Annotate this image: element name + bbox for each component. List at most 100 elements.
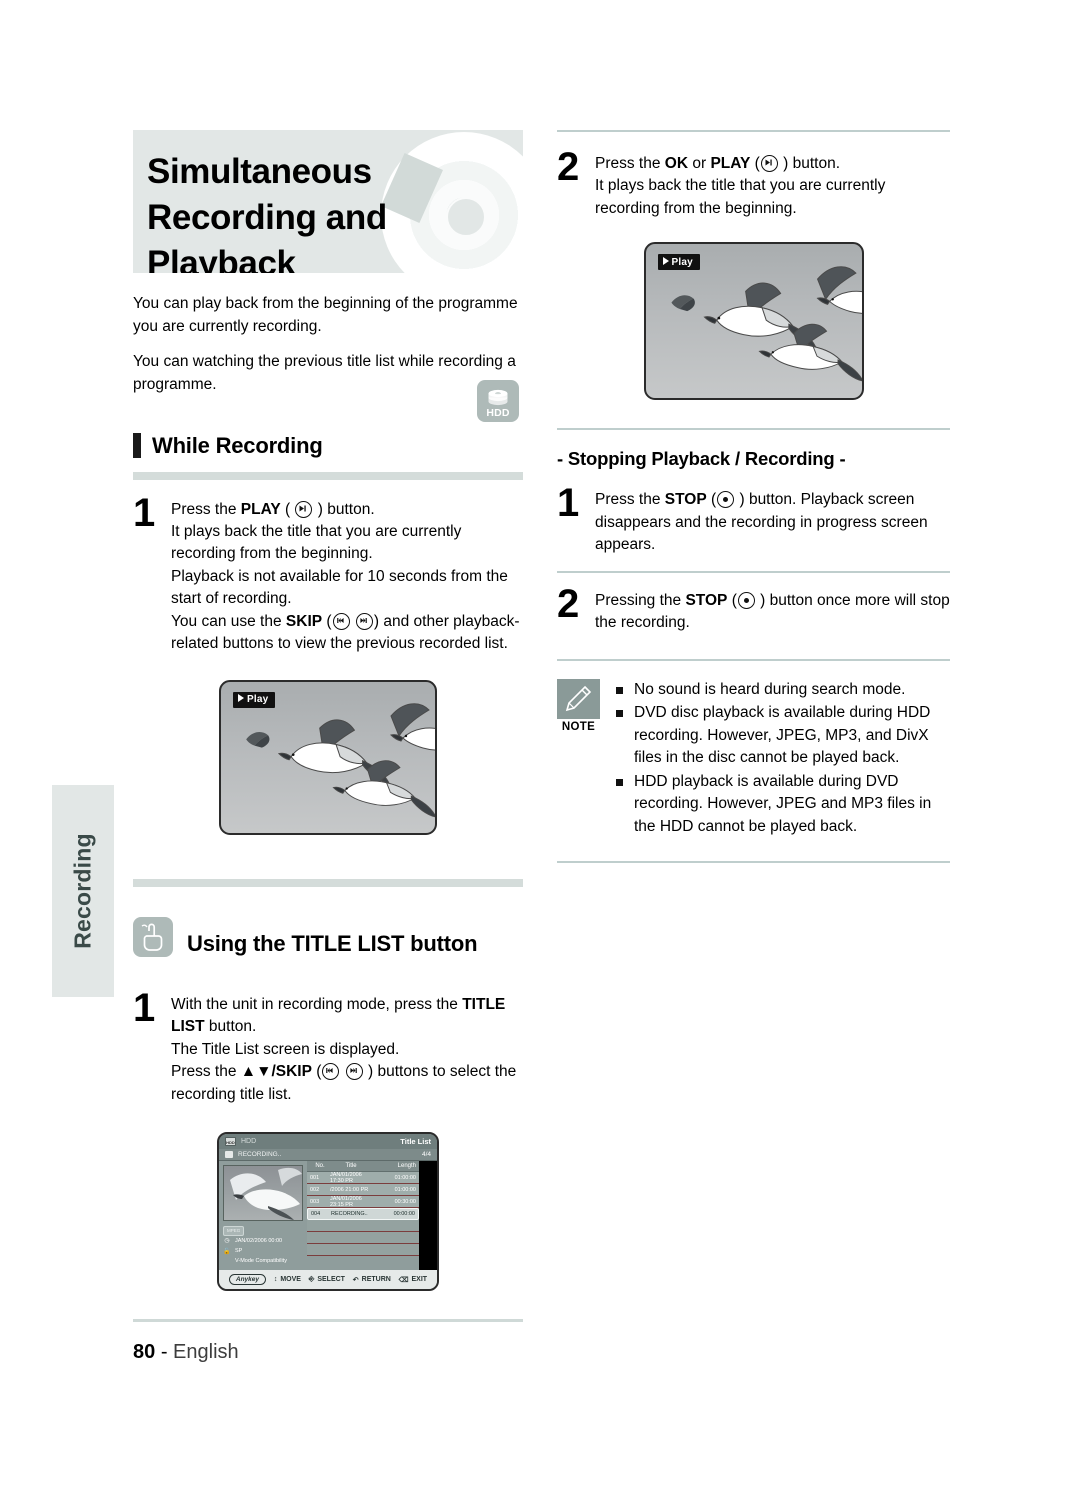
table-row-empty[interactable]: [307, 1232, 419, 1245]
play-osd-badge: Play: [233, 691, 276, 708]
row-no: 002: [310, 1186, 320, 1193]
enter-icon: ⎆: [308, 1275, 315, 1283]
step-stopping-2: 2 Pressing the STOP ( ) button once more…: [557, 584, 950, 635]
stop-icon-1: [717, 491, 735, 509]
ok-button-label: OK: [664, 155, 689, 172]
note-item: DVD disc playback is available during HD…: [614, 702, 950, 769]
right-divider-between-steps: [557, 570, 950, 573]
title-list-screenshot-container: HDD HDD Title List RECORDING.. 4/4 MPEG …: [133, 1132, 523, 1292]
move-label: MOVE: [280, 1276, 301, 1284]
step-text-mid: (: [280, 500, 295, 518]
r2-line2: It plays back the title that you are cur…: [595, 177, 886, 217]
row-title: /2006 21:00 PR: [330, 1186, 369, 1193]
stop-button-label-1: STOP: [664, 491, 707, 509]
play-triangle-icon: [238, 694, 244, 703]
osd-status-bar: RECORDING.. 4/4: [219, 1149, 437, 1162]
select-hint[interactable]: ⎆ SELECT: [309, 1276, 345, 1284]
row-no: 003: [310, 1198, 320, 1205]
r2-mid: or: [688, 155, 711, 172]
step-number-r2: 2: [557, 145, 579, 189]
section-divider: [133, 471, 523, 480]
skip-back-icon-2: [322, 1063, 340, 1081]
skip-button-label: SKIP: [285, 612, 323, 630]
chapter-side-tab-label: Recording: [69, 833, 96, 949]
osd-screen-title: Title List: [400, 1137, 431, 1147]
step-number: 1: [133, 490, 155, 535]
osd-header: HDD HDD Title List: [219, 1134, 437, 1150]
page-title-line2: Recording and Playback: [147, 198, 387, 273]
page-title: Simultaneous Recording and Playback: [147, 149, 523, 273]
stop-icon-2: [737, 591, 755, 609]
osd-table-header: No. Title Length: [307, 1161, 419, 1173]
step-while-recording-1: 1 Press the PLAY ( ) button. It plays ba…: [133, 490, 523, 656]
step-text-pre: Press the: [171, 500, 241, 518]
row-title: JAN/01/2006 23:15 PR: [330, 1195, 362, 1208]
step-title-list-1: 1 With the unit in recording mode, press…: [133, 988, 523, 1106]
note-item: HDD playback is available during DVD rec…: [614, 771, 950, 838]
right-divider-note-top: [557, 658, 950, 661]
osd-col-title: Title: [345, 1163, 357, 1170]
row-title: JAN/01/2006 17:30 PR: [330, 1171, 362, 1184]
return-hint[interactable]: ↶ RETURN: [353, 1276, 391, 1284]
hdd-badge-label: HDD: [486, 407, 510, 419]
s1-pre: Press the: [595, 491, 665, 509]
step-text: Press the PLAY ( ) button. It plays back…: [171, 500, 520, 653]
row-title: RECORDING..: [331, 1211, 368, 1218]
table-row-empty[interactable]: [307, 1244, 419, 1257]
play-osd-badge-right: Play: [657, 254, 700, 271]
exit-label: EXIT: [411, 1276, 428, 1284]
osd-hdd-icon: HDD: [225, 1137, 236, 1147]
move-hint[interactable]: ↕ MOVE: [274, 1276, 301, 1283]
exit-hint[interactable]: ⌫ EXIT: [399, 1276, 427, 1284]
step-text-s2: Pressing the STOP ( ) button once more w…: [595, 591, 950, 632]
table-row[interactable]: 002 /2006 21:00 PR 01:00:00: [307, 1184, 419, 1197]
right-divider-top: [557, 130, 950, 132]
table-row-empty[interactable]: [307, 1220, 419, 1233]
note-block: NOTE No sound is heard during search mod…: [557, 678, 950, 839]
select-label: SELECT: [317, 1276, 345, 1284]
exit-icon: ⌫: [398, 1276, 409, 1284]
osd-page-count: 4/4: [421, 1151, 431, 1159]
osd-title-table: No. Title Length 001 JAN/01/2006 17:30 P…: [307, 1161, 419, 1270]
right-divider-note-bottom: [557, 861, 950, 864]
hand-press-icon: [133, 916, 173, 957]
osd-col-length: Length: [397, 1163, 416, 1170]
osd-thumbnail: [223, 1165, 303, 1222]
intro-text: You can play back from the beginning of …: [133, 293, 523, 397]
osd-format-badge: MPEG: [223, 1226, 245, 1236]
row-length: 01:00:00: [394, 1186, 416, 1193]
page-number: 80: [133, 1341, 156, 1363]
note-label: NOTE: [561, 720, 596, 733]
step-stopping-1: 1 Press the STOP ( ) button. Playback sc…: [557, 481, 950, 556]
osd-info-date-row: ◷ JAN/02/2006 00:00: [223, 1236, 303, 1246]
table-row-selected[interactable]: 004 RECORDING.. 00:00:00: [307, 1208, 419, 1221]
step2-text-line3-pre: Press the: [171, 1063, 241, 1081]
skip-forward-icon-2: [345, 1063, 363, 1081]
step-number-s1: 1: [557, 481, 579, 526]
table-row[interactable]: 003 JAN/01/2006 23:15 PR 00:30:00: [307, 1195, 419, 1209]
step-text-line2: It plays back the title that you are cur…: [171, 522, 462, 563]
play-osd-badge-label: Play: [247, 694, 269, 706]
unlock-icon: 🔓: [223, 1248, 231, 1255]
osd-col-no: No.: [315, 1163, 325, 1170]
step-text-post: ) button.: [313, 500, 375, 518]
stop-button-label-2: STOP: [685, 591, 728, 609]
play-triangle-icon-right: [662, 256, 669, 265]
step-text-line3: Playback is not available for 10 seconds…: [171, 567, 508, 608]
playback-screenshot-left: Play: [219, 679, 437, 835]
table-row[interactable]: 001 JAN/01/2006 17:30 PR 01:00:00: [307, 1171, 419, 1185]
playback-screenshot-right: Play: [643, 242, 864, 401]
intro-paragraph-2: You can watching the previous title list…: [133, 353, 516, 393]
section-title-text-2: Using the TITLE LIST button: [187, 930, 478, 956]
left-column: Simultaneous Recording and Playback You …: [133, 130, 523, 1323]
section-heading-while-recording: While Recording: [133, 433, 523, 459]
right-divider-stopping: [557, 428, 950, 431]
note-items: No sound is heard during search mode. DV…: [614, 679, 950, 839]
anykey-button[interactable]: Anykey: [228, 1274, 267, 1286]
step-text-line4-pre: You can use the: [171, 612, 286, 630]
osd-scrollbar[interactable]: [419, 1161, 437, 1271]
osd-body: MPEG ◷ JAN/02/2006 00:00 🔓 SP V-Mode Com…: [219, 1161, 437, 1271]
osd-status-text: RECORDING..: [238, 1151, 282, 1159]
note-item: No sound is heard during search mode.: [614, 679, 950, 701]
row-length: 01:00:00: [394, 1174, 416, 1181]
